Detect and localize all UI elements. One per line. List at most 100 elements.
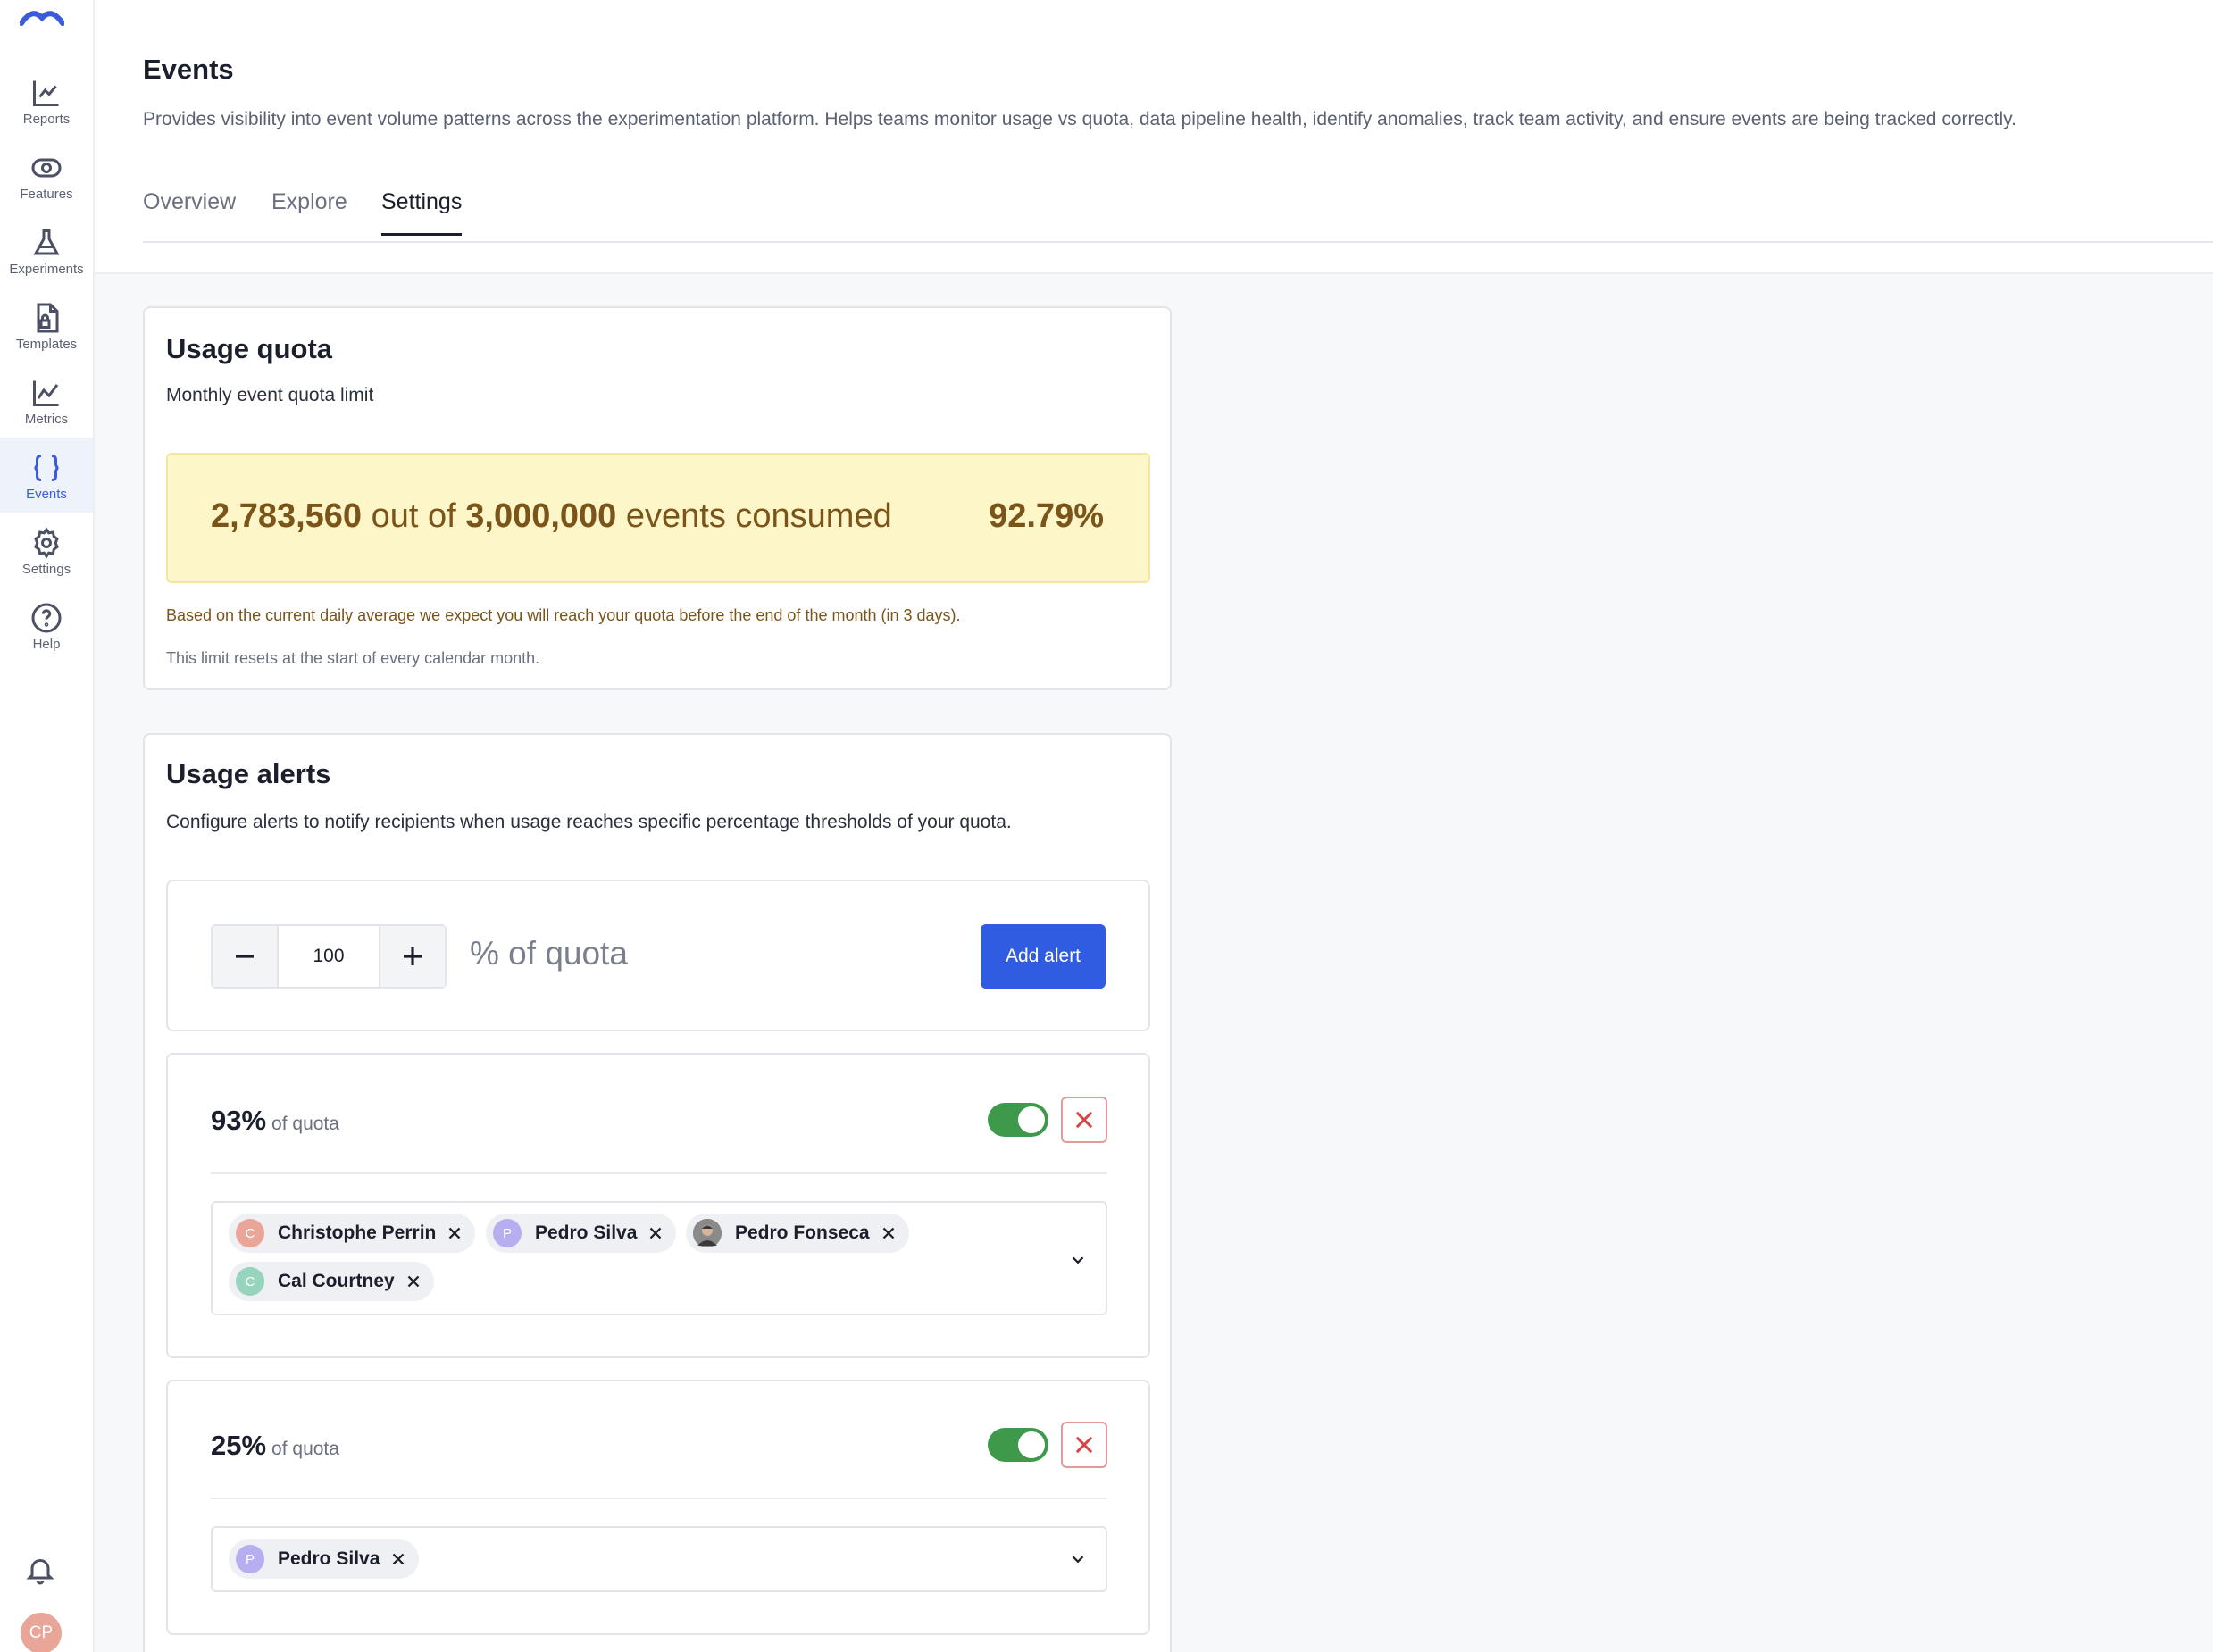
sidebar: Reports Features Experiments Templates M…: [0, 0, 95, 1652]
page-title: Events: [143, 54, 234, 85]
increment-button[interactable]: [380, 926, 445, 987]
help-icon: [31, 603, 62, 633]
recipient-name: Christophe Perrin: [278, 1222, 437, 1243]
sidebar-item-help[interactable]: Help: [0, 588, 93, 663]
recipients-select[interactable]: P Pedro Silva: [211, 1526, 1107, 1592]
alert-threshold: 25% of quota: [211, 1430, 339, 1462]
quota-banner: 2,783,560 out of 3,000,000 events consum…: [166, 453, 1150, 583]
recipient-name: Cal Courtney: [278, 1271, 395, 1291]
divider: [211, 1172, 1107, 1174]
chevron-down-icon[interactable]: [1068, 1250, 1088, 1270]
quota-stepper: 100: [211, 924, 447, 989]
remove-recipient-icon[interactable]: [445, 1223, 464, 1243]
braces-icon: [34, 455, 59, 481]
plus-icon: [404, 947, 422, 965]
alert-percent: 25%: [211, 1430, 267, 1461]
page-header: Events Provides visibility into event vo…: [95, 0, 2213, 274]
alert-item: 25% of quota P Pedro Silva: [166, 1380, 1150, 1635]
alert-enabled-toggle[interactable]: [988, 1428, 1048, 1462]
flask-icon: [33, 229, 60, 255]
remove-recipient-icon[interactable]: [646, 1223, 665, 1243]
user-avatar[interactable]: CP: [21, 1613, 62, 1652]
person-photo-icon: [693, 1219, 722, 1247]
quota-consumed-text: 2,783,560 out of 3,000,000 events consum…: [211, 497, 892, 536]
sidebar-item-features[interactable]: Features: [0, 138, 93, 213]
threshold-input[interactable]: 100: [277, 926, 380, 987]
quota-total-value: 3,000,000: [465, 497, 617, 535]
card-title: Usage quota: [166, 333, 333, 364]
quota-out-of: out of: [371, 497, 456, 535]
recipients-select[interactable]: C Christophe Perrin P Pedro Silva Pedro …: [211, 1201, 1107, 1315]
sidebar-item-settings[interactable]: Settings: [0, 513, 93, 588]
recipient-photo-avatar: [693, 1219, 722, 1247]
delete-alert-button[interactable]: [1061, 1422, 1107, 1468]
close-icon: [1075, 1436, 1093, 1454]
remove-recipient-icon[interactable]: [388, 1549, 408, 1569]
card-title: Usage alerts: [166, 758, 331, 789]
sidebar-item-reports[interactable]: Reports: [0, 63, 93, 138]
quota-reset-note: This limit resets at the start of every …: [166, 649, 540, 667]
recipient-avatar: P: [493, 1219, 522, 1247]
tab-bar: Overview Explore Settings: [143, 184, 2213, 243]
sidebar-item-label: Events: [26, 487, 67, 502]
add-alert-button[interactable]: Add alert: [981, 924, 1106, 989]
card-subtitle: Monthly event quota limit: [166, 385, 374, 405]
recipient-chip: P Pedro Silva: [486, 1214, 677, 1253]
quota-forecast: Based on the current daily average we ex…: [166, 606, 961, 624]
chevron-down-icon[interactable]: [1068, 1549, 1088, 1569]
recipient-chip: Pedro Fonseca: [686, 1214, 909, 1253]
close-icon: [1075, 1111, 1093, 1129]
decrement-button[interactable]: [213, 926, 277, 987]
alert-of-quota: of quota: [271, 1439, 339, 1459]
logo-icon[interactable]: [20, 5, 64, 27]
sidebar-item-events[interactable]: Events: [0, 438, 93, 513]
alert-of-quota: of quota: [271, 1114, 339, 1134]
alert-enabled-toggle[interactable]: [988, 1103, 1048, 1137]
recipient-name: Pedro Silva: [535, 1222, 638, 1243]
recipient-avatar: P: [236, 1545, 264, 1573]
sidebar-item-label: Features: [20, 187, 73, 202]
delete-alert-button[interactable]: [1061, 1097, 1107, 1143]
gear-icon: [34, 527, 59, 559]
quota-percent: 92.79%: [989, 497, 1104, 535]
threshold-suffix: % of quota: [470, 935, 628, 972]
usage-alerts-card: Usage alerts Configure alerts to notify …: [143, 733, 1172, 1652]
alert-percent: 93%: [211, 1105, 267, 1136]
minus-icon: [236, 955, 254, 958]
toggle-icon: [31, 158, 62, 178]
quota-events-consumed: events consumed: [625, 497, 892, 535]
sidebar-item-label: Templates: [15, 337, 78, 352]
sidebar-item-templates[interactable]: Templates: [0, 288, 93, 363]
recipient-avatar: C: [236, 1219, 264, 1247]
recipient-chip: P Pedro Silva: [229, 1539, 420, 1579]
tab-settings[interactable]: Settings: [381, 189, 463, 236]
recipient-name: Pedro Fonseca: [735, 1222, 870, 1243]
divider: [211, 1498, 1107, 1499]
page-description: Provides visibility into event volume pa…: [143, 109, 2017, 129]
new-alert-form: 100 % of quota Add alert: [166, 880, 1150, 1031]
bell-icon[interactable]: [24, 1554, 56, 1586]
chart-icon: [33, 80, 59, 106]
sidebar-item-metrics[interactable]: Metrics: [0, 363, 93, 438]
alert-threshold: 93% of quota: [211, 1105, 339, 1137]
tab-overview[interactable]: Overview: [143, 189, 236, 233]
sidebar-item-label: Reports: [22, 112, 71, 127]
line-chart-icon: [33, 380, 59, 406]
template-icon: [37, 303, 59, 333]
remove-recipient-icon[interactable]: [404, 1272, 423, 1291]
card-subtitle: Configure alerts to notify recipients wh…: [166, 812, 1012, 832]
sidebar-item-label: Experiments: [9, 262, 84, 277]
alert-item: 93% of quota C Christophe Perrin P Pedro …: [166, 1053, 1150, 1358]
remove-recipient-icon[interactable]: [879, 1223, 898, 1243]
sidebar-item-experiments[interactable]: Experiments: [0, 213, 93, 288]
usage-quota-card: Usage quota Monthly event quota limit 2,…: [143, 306, 1172, 690]
quota-consumed-value: 2,783,560: [211, 497, 363, 535]
sidebar-item-label: Metrics: [24, 412, 69, 427]
sidebar-item-label: Help: [32, 637, 61, 652]
sidebar-item-label: Settings: [21, 562, 71, 577]
recipient-chip: C Christophe Perrin: [229, 1214, 476, 1253]
recipient-avatar: C: [236, 1267, 264, 1296]
recipient-name: Pedro Silva: [278, 1548, 380, 1569]
recipient-chip: C Cal Courtney: [229, 1262, 434, 1301]
tab-explore[interactable]: Explore: [271, 189, 347, 233]
